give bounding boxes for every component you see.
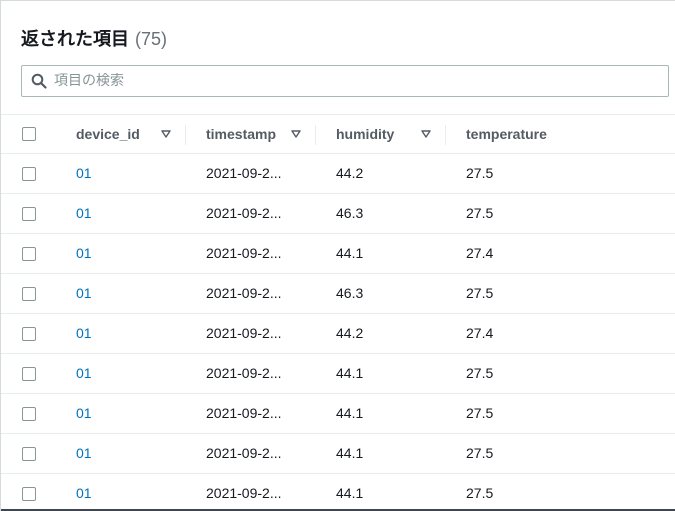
device-id-link[interactable]: 01 bbox=[76, 194, 92, 233]
sort-icon[interactable] bbox=[290, 128, 302, 140]
device-id-link[interactable]: 01 bbox=[76, 274, 92, 313]
item-count: (75) bbox=[135, 29, 168, 49]
sort-icon[interactable] bbox=[420, 128, 432, 140]
row-checkbox[interactable] bbox=[22, 367, 36, 381]
column-divider[interactable] bbox=[445, 125, 446, 145]
row-checkbox[interactable] bbox=[22, 247, 36, 261]
row-checkbox[interactable] bbox=[22, 487, 36, 501]
device-id-link[interactable]: 01 bbox=[76, 154, 92, 193]
timestamp-cell: 2021-09-2... bbox=[206, 405, 282, 421]
column-header-temperature[interactable]: temperature bbox=[466, 115, 547, 153]
timestamp-cell: 2021-09-2... bbox=[206, 485, 282, 501]
temperature-cell: 27.5 bbox=[466, 445, 494, 461]
row-checkbox[interactable] bbox=[22, 207, 36, 221]
humidity-cell: 44.1 bbox=[336, 245, 364, 261]
timestamp-cell: 2021-09-2... bbox=[206, 205, 282, 221]
device-id-link[interactable]: 01 bbox=[76, 314, 92, 353]
temperature-cell: 27.5 bbox=[466, 405, 494, 421]
column-label: humidity bbox=[336, 126, 395, 142]
panel-header: 返された項目 (75) bbox=[21, 25, 168, 50]
table-header: device_id timestamp humidity temperature bbox=[1, 114, 675, 154]
temperature-cell: 27.4 bbox=[466, 245, 494, 261]
device-id-link[interactable]: 01 bbox=[76, 474, 92, 511]
search-box[interactable] bbox=[21, 65, 669, 97]
device-id-link[interactable]: 01 bbox=[76, 434, 92, 473]
device-id-link[interactable]: 01 bbox=[76, 354, 92, 393]
table-row[interactable]: 01 2021-09-2... 44.1 27.5 bbox=[1, 434, 675, 474]
row-checkbox[interactable] bbox=[22, 407, 36, 421]
humidity-cell: 44.1 bbox=[336, 365, 364, 381]
humidity-cell: 46.3 bbox=[336, 205, 364, 221]
temperature-cell: 27.5 bbox=[466, 485, 494, 501]
table-row[interactable]: 01 2021-09-2... 44.1 27.5 bbox=[1, 354, 675, 394]
search-icon bbox=[31, 73, 47, 89]
column-header-device-id[interactable]: device_id bbox=[76, 115, 140, 153]
table-row[interactable]: 01 2021-09-2... 44.2 27.5 bbox=[1, 154, 675, 194]
humidity-cell: 44.2 bbox=[336, 325, 364, 341]
device-id-link[interactable]: 01 bbox=[76, 394, 92, 433]
row-checkbox[interactable] bbox=[22, 287, 36, 301]
timestamp-cell: 2021-09-2... bbox=[206, 325, 282, 341]
column-header-humidity[interactable]: humidity bbox=[336, 115, 394, 153]
timestamp-cell: 2021-09-2... bbox=[206, 365, 282, 381]
column-label: timestamp bbox=[206, 126, 277, 142]
column-label: temperature bbox=[466, 126, 547, 142]
temperature-cell: 27.5 bbox=[466, 205, 494, 221]
timestamp-cell: 2021-09-2... bbox=[206, 445, 282, 461]
column-divider[interactable] bbox=[185, 125, 186, 145]
search-input[interactable] bbox=[54, 73, 668, 89]
temperature-cell: 27.5 bbox=[466, 165, 494, 181]
row-checkbox[interactable] bbox=[22, 167, 36, 181]
table-body: 01 2021-09-2... 44.2 27.5 01 2021-09-2..… bbox=[1, 154, 675, 511]
returned-items-panel: 返された項目 (75) device_id timestamp humidity bbox=[0, 0, 675, 511]
humidity-cell: 44.1 bbox=[336, 485, 364, 501]
temperature-cell: 27.5 bbox=[466, 285, 494, 301]
column-label: device_id bbox=[76, 126, 140, 142]
humidity-cell: 46.3 bbox=[336, 285, 364, 301]
humidity-cell: 44.1 bbox=[336, 445, 364, 461]
table-row[interactable]: 01 2021-09-2... 44.2 27.4 bbox=[1, 314, 675, 354]
row-checkbox[interactable] bbox=[22, 447, 36, 461]
timestamp-cell: 2021-09-2... bbox=[206, 285, 282, 301]
row-checkbox[interactable] bbox=[22, 327, 36, 341]
table-row[interactable]: 01 2021-09-2... 46.3 27.5 bbox=[1, 194, 675, 234]
device-id-link[interactable]: 01 bbox=[76, 234, 92, 273]
select-all-checkbox[interactable] bbox=[22, 127, 36, 141]
temperature-cell: 27.4 bbox=[466, 325, 494, 341]
table-row[interactable]: 01 2021-09-2... 46.3 27.5 bbox=[1, 274, 675, 314]
humidity-cell: 44.1 bbox=[336, 405, 364, 421]
table-row[interactable]: 01 2021-09-2... 44.1 27.4 bbox=[1, 234, 675, 274]
page-title: 返された項目 bbox=[21, 29, 129, 50]
timestamp-cell: 2021-09-2... bbox=[206, 245, 282, 261]
column-header-timestamp[interactable]: timestamp bbox=[206, 115, 276, 153]
humidity-cell: 44.2 bbox=[336, 165, 364, 181]
column-divider[interactable] bbox=[315, 125, 316, 145]
temperature-cell: 27.5 bbox=[466, 365, 494, 381]
sort-icon[interactable] bbox=[160, 128, 172, 140]
table-row[interactable]: 01 2021-09-2... 44.1 27.5 bbox=[1, 394, 675, 434]
table-row[interactable]: 01 2021-09-2... 44.1 27.5 bbox=[1, 474, 675, 511]
timestamp-cell: 2021-09-2... bbox=[206, 165, 282, 181]
